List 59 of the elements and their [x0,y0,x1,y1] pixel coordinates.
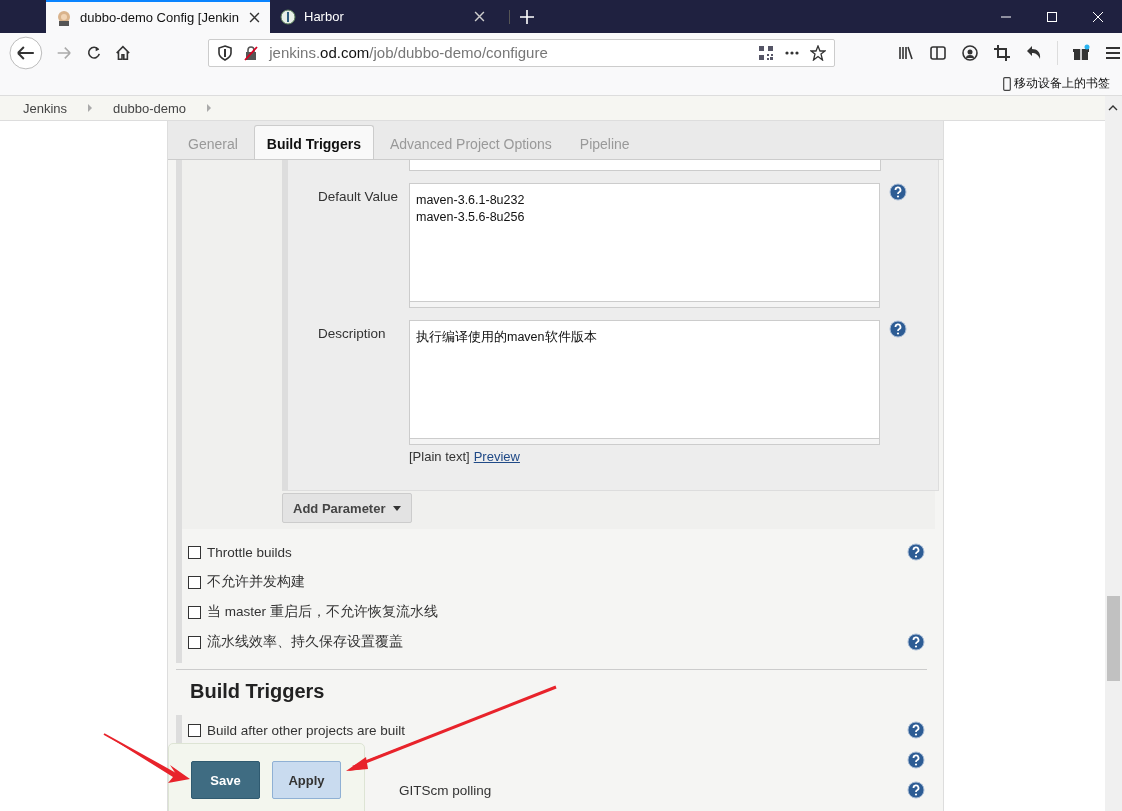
shield-icon [217,44,234,61]
resize-handle[interactable] [409,302,880,308]
scroll-up-icon[interactable] [1108,105,1118,111]
checkbox[interactable] [188,635,201,649]
option-label: Build after other projects are built [207,722,406,738]
field-label: Description [317,325,387,341]
help-icon[interactable] [907,633,925,651]
close-icon[interactable] [249,12,260,23]
crop-icon[interactable] [993,43,1011,62]
action-button[interactable]: Apply [272,761,341,799]
help-icon[interactable] [907,721,925,739]
textarea-field[interactable]: 执行编译使用的maven软件版本 [409,320,880,439]
account-icon[interactable] [961,43,979,62]
harbor-favicon-icon [280,8,296,25]
add-parameter-button[interactable]: Add Parameter [282,493,413,523]
address-bar[interactable]: jenkins.od.com/job/dubbo-demo/configure [208,38,835,67]
checkbox[interactable] [188,575,201,589]
scrollbar[interactable] [1105,96,1122,811]
resize-handle[interactable] [409,439,880,445]
home-icon[interactable] [114,43,133,62]
help-icon[interactable] [907,543,925,561]
url-text: jenkins.od.com/job/dubbo-demo/configure [269,44,549,61]
scrollbar-thumb[interactable] [1107,596,1120,681]
option-label: 当 master 重启后，不允许恢复流水线 [207,603,438,621]
option-label: 流水线效率、持久保存设置覆盖 [207,633,403,651]
star-icon[interactable] [810,44,826,61]
tab-title: Harbor [304,9,345,24]
phone-icon [1003,76,1011,91]
checkbox[interactable] [188,545,201,559]
text-field[interactable] [409,160,881,171]
sidebar-icon[interactable] [929,43,947,62]
breadcrumb-link[interactable]: dubbo-demo [113,100,187,116]
back-icon[interactable] [9,35,43,70]
checkbox[interactable] [188,723,201,737]
qr-code-icon[interactable] [758,44,774,61]
option-label: Throttle builds [207,544,292,560]
option-label: 不允许并发构建 [207,573,305,591]
maximize-icon[interactable] [1046,10,1058,23]
help-icon[interactable] [907,781,925,799]
help-icon[interactable] [889,320,907,338]
field-label: Default Value [317,188,400,204]
insecure-lock-icon [243,44,260,61]
help-icon[interactable] [889,183,907,201]
format-note: [Plain text] [409,449,470,464]
browser-tab[interactable]: Harbor [270,0,495,33]
preview-link[interactable]: Preview [473,449,520,464]
gift-icon[interactable] [1072,43,1090,62]
checkbox[interactable] [188,605,201,619]
caret-icon [393,505,402,511]
action-button[interactable]: Save [191,761,260,799]
jenkins-favicon-icon [56,9,72,26]
browser-tab[interactable]: dubbo-demo Config [Jenkin [46,0,270,33]
help-icon[interactable] [907,751,925,769]
tab-title: dubbo-demo Config [Jenkin [80,10,240,25]
config-tab[interactable]: Build Triggers [253,125,374,159]
new-tab-icon[interactable] [509,9,534,24]
breadcrumb-link[interactable]: Jenkins [23,100,68,116]
section-heading: Build Triggers [190,680,326,703]
textarea-field[interactable]: maven-3.6.1-8u232 maven-3.5.6-8u256 [409,183,880,302]
